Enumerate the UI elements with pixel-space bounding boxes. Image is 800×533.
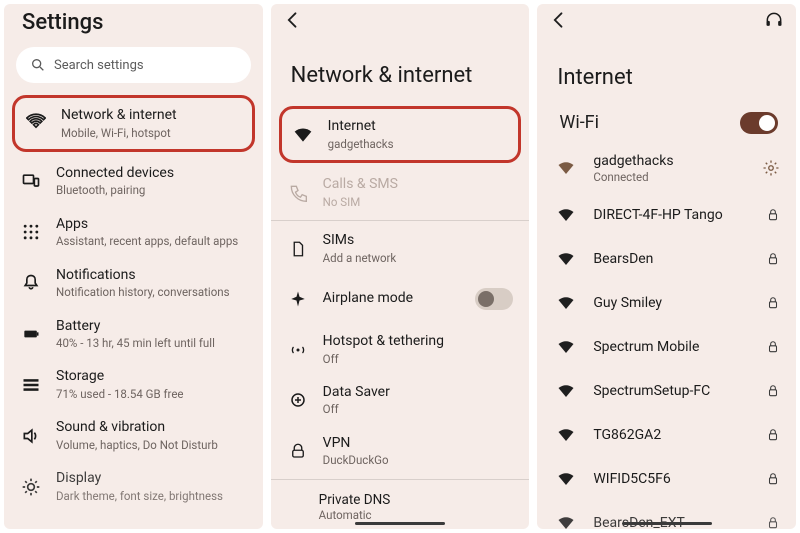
lock-icon — [766, 516, 780, 529]
wifi-network[interactable]: TG862GA2 — [537, 413, 796, 457]
page-title: Settings — [4, 4, 263, 47]
lock-icon — [766, 428, 780, 442]
item-data-saver[interactable]: Data SaverOff — [271, 375, 530, 426]
wifi-network[interactable]: DIRECT-4F-HP Tango — [537, 193, 796, 237]
nav-bar — [622, 522, 712, 525]
item-network-internet[interactable]: Network & internet Mobile, Wi-Fi, hotspo… — [15, 98, 252, 149]
wifi-solid-icon — [557, 294, 575, 312]
lock-icon — [766, 296, 780, 310]
item-display[interactable]: DisplayDark theme, font size, brightness — [4, 461, 263, 512]
wifi-network-list: gadgethacksConnected DIRECT-4F-HP Tango … — [537, 144, 796, 529]
highlight-network: Network & internet Mobile, Wi-Fi, hotspo… — [12, 95, 255, 152]
item-airplane-mode[interactable]: Airplane mode — [271, 274, 530, 324]
wifi-solid-icon — [292, 124, 314, 146]
wifi-network[interactable]: BearsDen — [537, 237, 796, 281]
wifi-network[interactable]: SpectrumSetup-FC — [537, 369, 796, 413]
wifi-network[interactable]: WIFID5C5F6 — [537, 457, 796, 501]
airplane-icon — [287, 288, 309, 310]
divider — [271, 479, 530, 480]
datasaver-icon — [287, 389, 309, 411]
item-sims[interactable]: SIMsAdd a network — [271, 223, 530, 274]
wifi-solid-icon — [557, 159, 575, 177]
wifi-toggle[interactable] — [740, 112, 778, 134]
lock-icon — [766, 252, 780, 266]
headset-icon[interactable] — [764, 10, 784, 30]
wifi-solid-icon — [557, 206, 575, 224]
sim-icon — [287, 238, 309, 260]
airplane-toggle[interactable] — [475, 288, 513, 310]
page-title: Internet — [537, 37, 796, 104]
search-input[interactable]: Search settings — [16, 47, 251, 83]
lock-icon — [766, 208, 780, 222]
calls-icon — [287, 182, 309, 204]
internet-screen: Internet Wi-Fi gadgethacksConnected DIRE… — [537, 4, 796, 529]
sound-icon — [20, 425, 42, 447]
back-button[interactable] — [283, 10, 303, 30]
item-vpn[interactable]: VPNDuckDuckGo — [271, 426, 530, 477]
lock-icon — [766, 384, 780, 398]
item-internet[interactable]: Internetgadgethacks — [282, 109, 519, 160]
wifi-solid-icon — [557, 514, 575, 529]
page-title: Network & internet — [271, 35, 530, 106]
item-private-dns[interactable]: Private DNS — [271, 482, 530, 508]
wifi-network[interactable]: Spectrum Mobile — [537, 325, 796, 369]
item-connected-devices[interactable]: Connected devicesBluetooth, pairing — [4, 156, 263, 207]
hotspot-icon — [287, 339, 309, 361]
apps-icon — [20, 221, 42, 243]
storage-icon — [20, 374, 42, 396]
item-calls-sms: Calls & SMSNo SIM — [271, 167, 530, 218]
item-apps[interactable]: AppsAssistant, recent apps, default apps — [4, 207, 263, 258]
nav-bar — [355, 522, 445, 525]
brightness-icon — [20, 476, 42, 498]
highlight-internet: Internetgadgethacks — [279, 106, 522, 163]
wifi-solid-icon — [557, 250, 575, 268]
search-placeholder: Search settings — [54, 58, 144, 73]
settings-list: Network & internet Mobile, Wi-Fi, hotspo… — [4, 95, 263, 529]
wifi-solid-icon — [557, 426, 575, 444]
wifi-network[interactable]: Guy Smiley — [537, 281, 796, 325]
back-button[interactable] — [549, 10, 569, 30]
wifi-master-row: Wi-Fi — [537, 104, 796, 144]
lock-icon — [766, 340, 780, 354]
gear-icon[interactable] — [762, 159, 780, 177]
wifi-solid-icon — [557, 470, 575, 488]
settings-screen: Settings Search settings Network & inter… — [4, 4, 263, 529]
vpn-icon — [287, 440, 309, 462]
devices-icon — [20, 170, 42, 192]
network-internet-screen: Network & internet Internetgadgethacks C… — [271, 4, 530, 529]
item-storage[interactable]: Storage71% used - 18.54 GB free — [4, 359, 263, 410]
wifi-icon — [25, 112, 47, 134]
bell-icon — [20, 272, 42, 294]
item-battery[interactable]: Battery40% - 13 hr, 45 min left until fu… — [4, 309, 263, 360]
lock-icon — [766, 472, 780, 486]
network-list: Internetgadgethacks Calls & SMSNo SIM SI… — [271, 106, 530, 529]
item-hotspot[interactable]: Hotspot & tetheringOff — [271, 324, 530, 375]
battery-icon — [20, 323, 42, 345]
item-sound-vibration[interactable]: Sound & vibrationVolume, haptics, Do Not… — [4, 410, 263, 461]
item-notifications[interactable]: NotificationsNotification history, conve… — [4, 258, 263, 309]
divider — [271, 220, 530, 221]
wifi-network-connected[interactable]: gadgethacksConnected — [537, 144, 796, 193]
wifi-solid-icon — [557, 338, 575, 356]
search-icon — [30, 57, 46, 73]
wifi-solid-icon — [557, 382, 575, 400]
